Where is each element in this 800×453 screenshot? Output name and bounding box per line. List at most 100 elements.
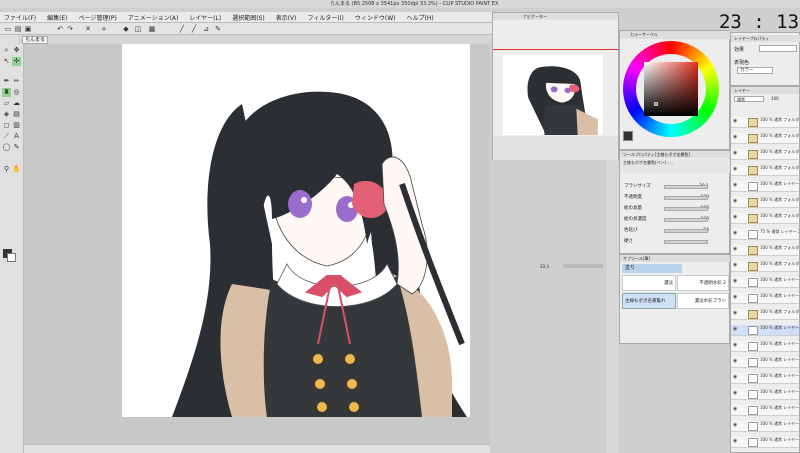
layer-row[interactable]: ◉ 100 % 通常 レイヤー 290 <box>731 181 799 192</box>
clear-icon[interactable]: ✕ <box>84 25 92 33</box>
visibility-eye-icon[interactable]: ◉ <box>733 375 738 380</box>
panel-scrollbar[interactable] <box>607 160 619 453</box>
layer-row[interactable]: ◉ 100 % 通常 レイヤー <box>731 437 799 448</box>
layer-row[interactable]: ◉ 100 % 通常 フォルダー 14 <box>731 197 799 208</box>
pen-tool-icon[interactable]: ✒ <box>2 77 11 86</box>
visibility-eye-icon[interactable]: ◉ <box>733 343 738 348</box>
visibility-eye-icon[interactable]: ◉ <box>733 119 738 124</box>
layer-row[interactable]: ◉ 100 % 通常 レイヤー <box>731 373 799 384</box>
snap-ruler-icon[interactable]: ╱ <box>178 25 186 33</box>
layer-row[interactable]: ◉ 100 % 通常 レイヤー <box>731 357 799 368</box>
menu-selection[interactable]: 選択範囲(S) <box>232 13 265 22</box>
transform-icon[interactable]: ⟡ <box>100 25 108 33</box>
menu-page[interactable]: ページ管理(P) <box>79 13 117 22</box>
visibility-eye-icon[interactable]: ◉ <box>733 247 738 252</box>
menu-window[interactable]: ウィンドウ(W) <box>355 13 396 22</box>
layer-row[interactable]: ◉ 100 % 通常 フォルダー 5 <box>731 117 799 128</box>
pencil-tool-icon[interactable]: ✏ <box>12 77 21 86</box>
visibility-eye-icon[interactable]: ◉ <box>733 359 738 364</box>
menu-filter[interactable]: フィルター(I) <box>308 13 344 22</box>
open-file-icon[interactable]: ▤ <box>14 25 22 33</box>
menu-layer[interactable]: レイヤー(L) <box>189 13 221 22</box>
fill-icon[interactable]: ◆ <box>122 25 130 33</box>
redo-icon[interactable]: ↷ <box>66 25 74 33</box>
navigator-zoom[interactable]: 33.3 <box>540 264 549 269</box>
layer-row[interactable]: ◉ 100 % 通常 レイヤー <box>731 277 799 288</box>
sub-tool-item-2[interactable]: 不透明水彩 2 <box>677 275 729 291</box>
layer-row[interactable]: ◉ 100 % 通常 フォルダー 25 <box>731 245 799 256</box>
paint-amount-slider[interactable] <box>664 207 708 211</box>
eyedropper-tool-icon[interactable]: ⚲ <box>2 165 11 174</box>
menu-file[interactable]: ファイル(F) <box>4 13 36 22</box>
new-file-icon[interactable]: ▭ <box>4 25 12 33</box>
navigator-preview[interactable] <box>503 55 603 135</box>
zoom-tool-icon[interactable]: ⌕ <box>2 46 11 55</box>
layer-row[interactable]: ◉ 100 % 通常 フォルダー 26 <box>731 309 799 320</box>
visibility-eye-icon[interactable]: ◉ <box>733 295 738 300</box>
visibility-eye-icon[interactable]: ◉ <box>733 407 738 412</box>
menu-animation[interactable]: アニメーション(A) <box>128 13 179 22</box>
navigator-zoom-slider[interactable] <box>563 264 603 268</box>
sub-tool-item-4[interactable]: 濃淡水彩ブラシ <box>677 293 729 309</box>
visibility-eye-icon[interactable]: ◉ <box>733 263 738 268</box>
document-tab[interactable]: らんまる <box>22 36 48 44</box>
layer-opacity[interactable]: 100 <box>771 96 779 101</box>
visibility-eye-icon[interactable]: ◉ <box>733 231 738 236</box>
current-color-swatch[interactable] <box>623 131 633 141</box>
deselect-icon[interactable]: ◫ <box>134 25 142 33</box>
layer-row[interactable]: ◉ 100 % 通常 レイヤー <box>731 325 799 336</box>
visibility-eye-icon[interactable]: ◉ <box>733 439 738 444</box>
move-layer-tool-icon[interactable]: ✛ <box>12 57 21 66</box>
snap-grid-icon[interactable]: ⊿ <box>202 25 210 33</box>
eraser-tool-icon[interactable]: ▱ <box>2 99 11 108</box>
drawing-canvas[interactable] <box>122 44 470 417</box>
saturation-value-square[interactable] <box>644 62 698 116</box>
layer-row[interactable]: ◉ 100 % 通常 レイヤー <box>731 341 799 352</box>
save-icon[interactable]: ▣ <box>24 25 32 33</box>
visibility-eye-icon[interactable]: ◉ <box>733 423 738 428</box>
visibility-eye-icon[interactable]: ◉ <box>733 215 738 220</box>
frame-tool-icon[interactable]: ▥ <box>12 121 21 130</box>
blend-select[interactable]: カラー <box>737 67 773 74</box>
visibility-eye-icon[interactable]: ◉ <box>733 327 738 332</box>
move-tool-icon[interactable]: ✥ <box>12 46 21 55</box>
text-tool-icon[interactable]: A <box>12 132 21 141</box>
snap-guide-icon[interactable]: ╱ <box>190 25 198 33</box>
operation-tool-icon[interactable]: ↖ <box>2 57 11 66</box>
balloon-tool-icon[interactable]: ◯ <box>2 143 11 152</box>
sub-color-swatch[interactable] <box>7 253 16 262</box>
layer-row[interactable]: ◉ 100 % 通常 レイヤー <box>731 421 799 432</box>
fill-tool-icon[interactable]: ◈ <box>2 110 11 119</box>
layer-row[interactable]: ◉ 100 % 通常 フォルダー 15 <box>731 213 799 224</box>
visibility-eye-icon[interactable]: ◉ <box>733 391 738 396</box>
visibility-eye-icon[interactable]: ◉ <box>733 183 738 188</box>
visibility-eye-icon[interactable]: ◉ <box>733 279 738 284</box>
sub-tool-item-3[interactable]: 主線もポポ名暴覧れ <box>622 293 676 309</box>
visibility-eye-icon[interactable]: ◉ <box>733 135 738 140</box>
visibility-eye-icon[interactable]: ◉ <box>733 311 738 316</box>
layer-row[interactable]: ◉ 100 % 通常 レイヤー <box>731 389 799 400</box>
color-picker-cursor[interactable] <box>654 102 658 106</box>
color-stretch-slider[interactable] <box>664 229 708 233</box>
paint-density-slider[interactable] <box>664 218 708 222</box>
undo-icon[interactable]: ↶ <box>56 25 64 33</box>
blend-tool-icon[interactable]: ☁ <box>12 99 21 108</box>
snap-point-icon[interactable]: ✎ <box>214 25 222 33</box>
opacity-slider[interactable] <box>664 196 708 200</box>
line-fix-tool-icon[interactable]: ✎ <box>12 143 21 152</box>
sub-tool-item-1[interactable]: 濃淡 <box>622 275 676 291</box>
effect-buttons[interactable] <box>759 45 797 52</box>
select-all-icon[interactable]: ▦ <box>148 25 156 33</box>
airbrush-tool-icon[interactable]: ◎ <box>12 88 21 97</box>
layer-blend-select[interactable]: 通常 <box>734 96 764 102</box>
figure-tool-icon[interactable]: ◻ <box>2 121 11 130</box>
hardness-slider[interactable] <box>664 240 708 244</box>
brush-size-slider[interactable] <box>664 185 708 189</box>
layer-row[interactable]: ◉ 75 % 通常 レイヤー 291 <box>731 229 799 240</box>
hand-tool-icon[interactable]: ✋ <box>12 165 21 174</box>
layer-row[interactable]: ◉ 100 % 通常 フォルダー 13 <box>731 165 799 176</box>
layer-row[interactable]: ◉ 100 % 通常 フォルダー 11 <box>731 133 799 144</box>
layer-row[interactable]: ◉ 100 % 通常 レイヤー <box>731 293 799 304</box>
layer-row[interactable]: ◉ 100 % 通常 フォルダー 12 <box>731 149 799 160</box>
sub-tool-group-tab[interactable]: 塗り <box>622 264 682 273</box>
